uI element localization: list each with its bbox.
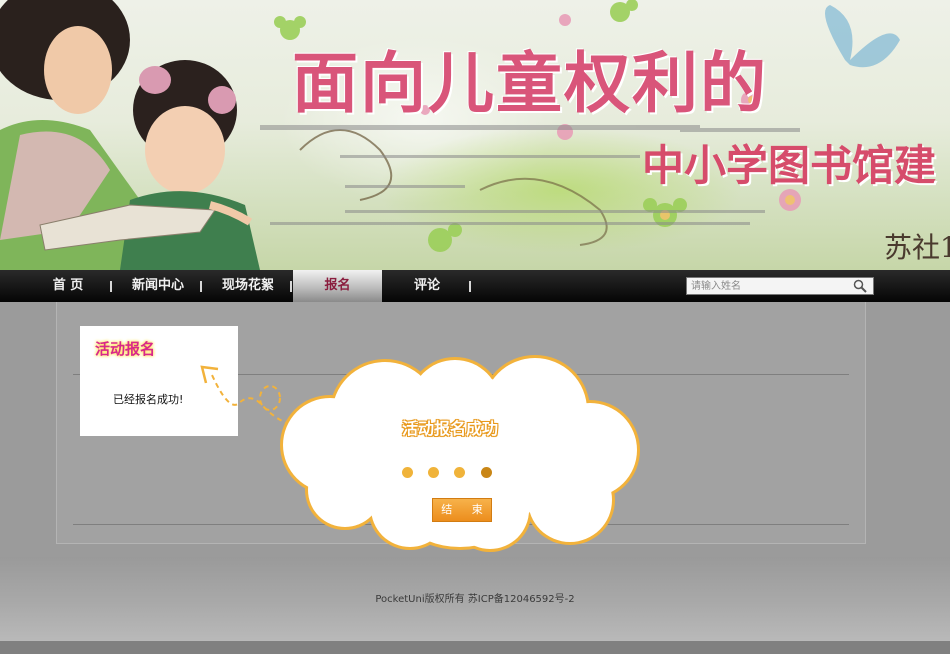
- progress-dot: [454, 467, 465, 478]
- nav-divider: [110, 281, 112, 292]
- search-box: [686, 277, 874, 295]
- banner-title: 面向儿童权利的: [292, 45, 768, 122]
- progress-dot: [481, 467, 492, 478]
- nav-divider: [469, 281, 471, 292]
- footer-copyright: PocketUni版权所有 苏ICP备12046592号-2: [375, 594, 575, 605]
- progress-dot: [402, 467, 413, 478]
- nav-item-news[interactable]: 新闻中心: [122, 270, 194, 302]
- bottom-strip: [0, 641, 950, 654]
- divider-line: [73, 524, 849, 525]
- search-icon[interactable]: [853, 279, 867, 293]
- popup-message: 活动报名成功: [401, 419, 498, 438]
- nav-item-signup[interactable]: 报名: [293, 270, 382, 302]
- signup-success-message: 已经报名成功!: [113, 393, 184, 406]
- banner-subtitle: 中小学图书馆建: [642, 141, 937, 190]
- nav-item-highlights[interactable]: 现场花絮: [212, 270, 284, 302]
- banner-corner-text: 苏社1: [884, 231, 950, 264]
- progress-dot: [428, 467, 439, 478]
- activity-card: 活动报名 已经报名成功!: [80, 326, 238, 436]
- header-banner: 面向儿童权利的 中小学图书馆建 苏社1: [0, 0, 950, 270]
- nav-divider: [200, 281, 202, 292]
- search-input[interactable]: [691, 278, 851, 294]
- nav-item-home[interactable]: 首 页: [38, 270, 98, 302]
- end-button[interactable]: 结 束: [432, 498, 492, 522]
- activity-title: 活动报名: [95, 340, 156, 358]
- nav-item-comments[interactable]: 评论: [396, 270, 458, 302]
- nav-divider: [290, 281, 292, 292]
